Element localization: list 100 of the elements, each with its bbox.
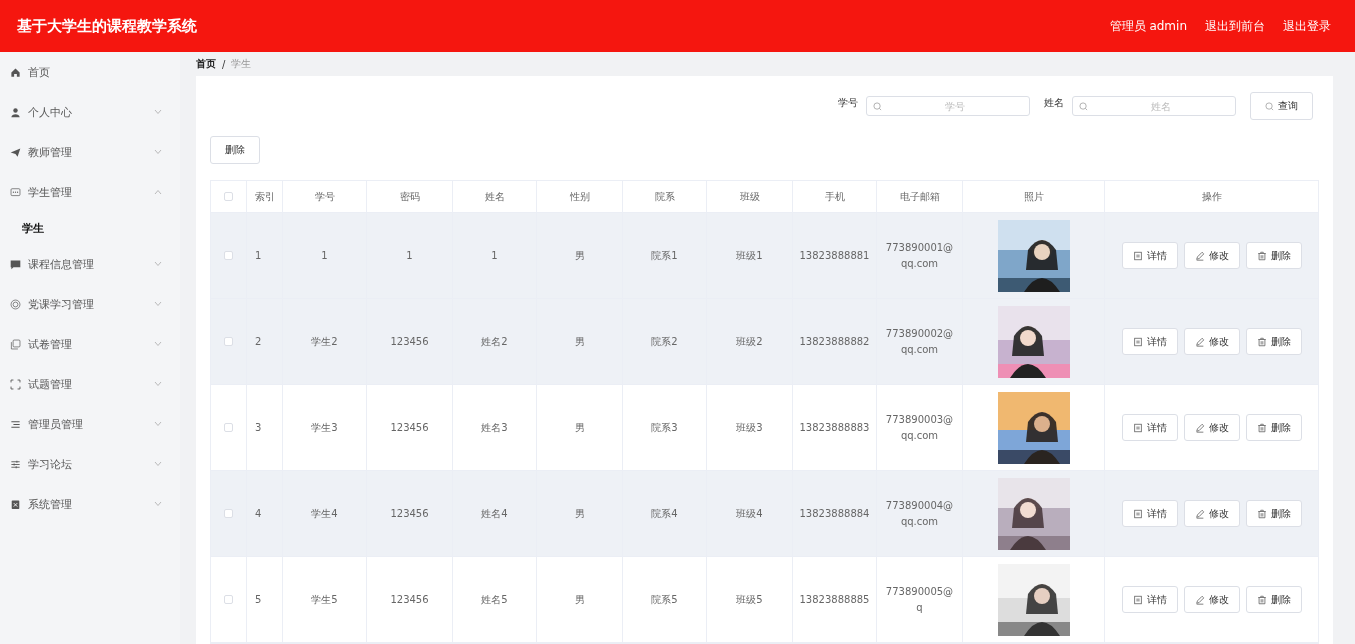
table-cell: 1 [406,250,413,261]
action-button[interactable]: 修改 [1183,242,1240,269]
trash-icon [1256,422,1267,433]
checkbox[interactable] [224,423,233,432]
document-icon [1132,336,1143,347]
trash-icon [1256,250,1267,261]
pencil-icon [1194,594,1205,605]
header-link[interactable]: 退出登录 [1283,17,1331,35]
action-button[interactable]: 详情 [1121,414,1178,441]
sidebar-item[interactable]: 试卷管理 [0,324,180,364]
table-cell: 5 [255,594,262,605]
header-link[interactable]: 退出到前台 [1205,17,1265,35]
sidebar-item[interactable]: 管理员管理 [0,404,180,444]
table-cell: 13823888882 [799,336,870,347]
sidebar-label: 首页 [28,64,51,80]
table-cell-text: 773890001@qq.com [884,240,955,271]
delete-button[interactable]: 删除 [210,136,260,164]
breadcrumb-item: 学生 [231,57,252,71]
sidebar-label: 试题管理 [28,376,73,392]
table-cell: 班级1 [736,248,763,263]
action-button[interactable]: 详情 [1121,500,1178,527]
table-cell: 13823888884 [799,508,870,519]
table-cell: 123456 [390,508,429,519]
trash-icon [1256,508,1267,519]
sidebar-item[interactable]: 学生管理 [0,172,180,212]
trash-icon [1256,336,1267,347]
pencil-icon [1194,336,1205,347]
table-cell: 班级4 [736,506,763,521]
search-field[interactable]: 学号 [866,96,1030,116]
sidebar-item[interactable]: 党课学习管理 [0,284,180,324]
sidebar-item[interactable]: 首页 [0,52,180,92]
checkbox[interactable] [224,509,233,518]
user-icon [10,106,21,118]
search-icon [873,101,882,111]
table-cell: 3 [255,422,262,433]
table-cell: 男 [574,506,585,521]
action-button[interactable]: 删除 [1245,586,1302,613]
sidebar-item[interactable]: 教师管理 [0,132,180,172]
table-cell: 123456 [390,422,429,433]
sidebar-item[interactable]: 学习论坛 [0,444,180,484]
table-cell: 男 [574,592,585,607]
action-button[interactable]: 删除 [1245,500,1302,527]
checkbox[interactable] [224,251,233,260]
table-cell: 姓名5 [481,592,508,607]
table-cell: 院系1 [651,248,678,263]
table-cell: 1 [321,250,328,261]
action-button[interactable]: 详情 [1121,242,1178,269]
app-title: 基于大学生的课程教学系统 [17,16,197,36]
header-link[interactable]: 管理员 admin [1109,17,1187,35]
sidebar-item[interactable]: 系统管理 [0,484,180,524]
search-field[interactable]: 姓名 [1072,96,1236,116]
document-icon [1132,250,1143,261]
sidebar-item[interactable]: 课程信息管理 [0,244,180,284]
table-cell: 123456 [390,594,429,605]
box-icon [10,498,21,510]
search-icon [1079,101,1088,111]
document-icon [1132,422,1143,433]
action-button[interactable]: 删除 [1245,414,1302,441]
table-cell: 学生5 [311,592,338,607]
table-cell: 男 [574,248,585,263]
sidebar-label: 系统管理 [28,496,73,512]
document-icon [1132,508,1143,519]
action-button[interactable]: 修改 [1183,586,1240,613]
breadcrumb-item[interactable]: 首页 [196,57,216,71]
action-button[interactable]: 详情 [1121,328,1178,355]
home-icon [10,66,21,78]
table-cell-text: 773890005@q [884,584,955,615]
action-button[interactable]: 修改 [1183,500,1240,527]
ring-icon [10,298,21,310]
action-button[interactable]: 删除 [1245,242,1302,269]
action-button[interactable]: 详情 [1121,586,1178,613]
sidebar-label: 学生管理 [28,184,73,200]
checkbox[interactable] [224,595,233,604]
query-button[interactable]: 查询 [1250,92,1313,120]
table-cell-text: 773890003@qq.com [884,412,955,443]
action-button[interactable]: 修改 [1183,414,1240,441]
table-cell: 4 [255,508,262,519]
table-cell: 2 [255,336,262,347]
chat-icon [10,186,21,198]
sidebar-label: 试卷管理 [28,336,73,352]
document-icon [1132,594,1143,605]
sliders-icon [10,458,21,470]
list-icon [10,418,21,430]
table-cell: 班级5 [736,592,763,607]
table-cell: 13823888881 [799,250,870,261]
table-cell: 学生3 [311,420,338,435]
action-button[interactable]: 修改 [1183,328,1240,355]
sidebar-item[interactable]: 个人中心 [0,92,180,132]
sidebar-item[interactable]: 试题管理 [0,364,180,404]
table-cell: 男 [574,334,585,349]
plane-icon [10,146,21,158]
field-label: 姓名 [1044,96,1064,110]
table-cell-text: 773890004@qq.com [884,498,955,529]
checkbox[interactable] [224,192,233,201]
breadcrumb-separator: / [222,58,226,70]
table-cell: 院系5 [651,592,678,607]
checkbox[interactable] [224,337,233,346]
sidebar-subitem[interactable]: 学生 [0,212,180,244]
pencil-icon [1194,508,1205,519]
action-button[interactable]: 删除 [1245,328,1302,355]
